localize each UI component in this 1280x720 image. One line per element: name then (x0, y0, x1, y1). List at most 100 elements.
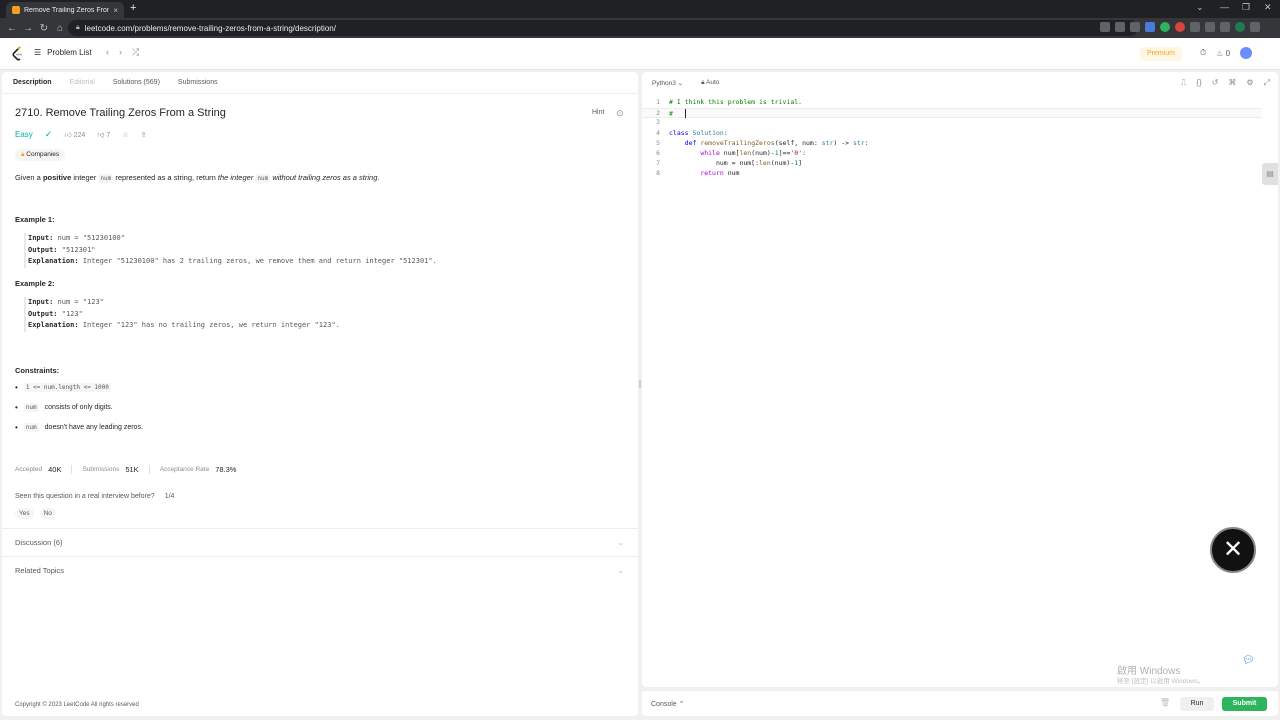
nav-right: ⏱ ♨ 0 (1200, 47, 1253, 59)
tab-search-icon[interactable]: ⌄ (1196, 2, 1204, 13)
code-text: return num (700, 169, 740, 178)
code-line: 2 # (642, 108, 1262, 119)
browser-tab[interactable]: Remove Trailing Zeros From a × (6, 2, 124, 18)
input-value: num = "123" (57, 298, 104, 306)
companies-tag[interactable]: 🔒︎ Companies (15, 149, 66, 161)
profile-icon[interactable] (1235, 22, 1245, 32)
hint-button[interactable]: Hint (592, 109, 604, 116)
leetcode-logo-icon[interactable] (12, 46, 24, 62)
problem-list-link[interactable]: ☰ Problem List (34, 48, 92, 57)
question-meta: Easy ✓ 👍︎ 224 👎︎ 7 ☆ ⇪ (15, 129, 146, 140)
share-icon[interactable]: ⇪ (141, 131, 147, 139)
no-button[interactable]: No (39, 508, 56, 519)
minimize-icon[interactable]: — (1220, 2, 1229, 12)
line-number: 4 (656, 128, 660, 137)
desc-bold: positive (42, 173, 72, 182)
desc-code: num (255, 174, 271, 183)
side-panel-icon[interactable] (1220, 22, 1230, 32)
reading-list-icon[interactable] (1205, 22, 1215, 32)
desc-emphasis: without trailing zeros as a string (270, 173, 378, 182)
line-number: 2 (656, 109, 660, 118)
constraint-code: num (23, 423, 39, 432)
tab-solutions[interactable]: Solutions (569) (113, 79, 160, 86)
tab-submissions[interactable]: Submissions (178, 79, 218, 86)
acceptance-stats: Accepted 40K Submissions 51K Acceptance … (15, 465, 236, 474)
bookmark-icon[interactable]: ⎍ (1181, 78, 1187, 88)
description-tabs: Description Editorial Solutions (569) Su… (2, 72, 638, 94)
input-value: num = "51230100" (57, 234, 125, 242)
autocomplete-toggle[interactable]: 🔒︎ Auto (701, 79, 719, 87)
like-button[interactable]: 👍︎ 224 (64, 130, 85, 139)
avatar[interactable] (1240, 47, 1253, 59)
chevron-down-icon: ⌄ (677, 80, 684, 87)
submissions-label: Submissions (82, 466, 120, 473)
back-icon[interactable]: ← (4, 23, 20, 34)
timer-icon[interactable]: ⏱ (1200, 48, 1206, 58)
example-title: Example 2: (15, 279, 55, 288)
interview-count: 1/4 (164, 493, 175, 500)
constraints-list: 1 <= num.length <= 1000 num consists of o… (15, 383, 143, 443)
tab-description[interactable]: Description (13, 79, 52, 86)
related-topics-section[interactable]: Related Topics ⌄ (2, 556, 638, 584)
menu-icon[interactable] (1250, 22, 1260, 32)
streak-count: 0 (1225, 48, 1231, 58)
list-icon: ☰ (34, 48, 42, 57)
yes-button[interactable]: Yes (15, 508, 34, 519)
gear-icon[interactable]: ⚙ (1246, 78, 1253, 88)
chevron-down-icon: ⌄ (617, 566, 624, 575)
problem-navigation: ‹ › ⤮ (106, 47, 139, 58)
code-text: class Solution: (669, 128, 728, 137)
maximize-icon[interactable]: ❐ (1242, 2, 1250, 13)
zoom-icon[interactable] (1100, 22, 1110, 32)
related-topics-label: Related Topics (15, 566, 65, 575)
extension-icon[interactable] (1175, 22, 1185, 32)
run-button[interactable]: Run (1180, 697, 1214, 711)
premium-button[interactable]: Premium (1140, 47, 1183, 61)
extension-icon[interactable] (1145, 22, 1155, 32)
rate-label: Acceptance Rate (159, 466, 210, 473)
editor-actions: ⎍ {} ↺ ⌘ ⚙ ⤢ (1181, 78, 1270, 88)
close-window-icon[interactable]: ✕ (1264, 2, 1272, 13)
chat-icon[interactable]: 💬︎ (1242, 655, 1255, 666)
settings-circle-icon[interactable]: ⊙ (616, 108, 624, 119)
accepted-value: 40K (48, 465, 62, 474)
x-logo-icon[interactable]: ✕ (1210, 527, 1256, 573)
language-select[interactable]: Python3 ⌄ (652, 79, 683, 87)
language-label: Python3 (652, 80, 676, 87)
constraint-code: 1 <= num.length <= 1000 (23, 383, 111, 392)
submissions-value: 51K (125, 465, 139, 474)
code-text: # (669, 109, 673, 118)
code-editor[interactable]: 1 # I think this problem is trivial. 2 # 3… (642, 98, 1262, 180)
extension-icon[interactable] (1160, 22, 1170, 32)
star-icon[interactable]: ☆ (122, 131, 128, 139)
console-toggle[interactable]: Console ⌃ (651, 700, 685, 708)
address-bar[interactable]: 🔒︎ leetcode.com/problems/remove-trailing… (68, 20, 1138, 36)
desc-text: Given a (15, 173, 43, 182)
reset-icon[interactable]: ↺ (1212, 78, 1219, 88)
discussion-section[interactable]: Discussion (6) ⌄ (2, 528, 638, 556)
bookmark-star-icon[interactable] (1130, 22, 1140, 32)
fullscreen-icon[interactable]: ⤢ (1264, 78, 1270, 88)
dislike-button[interactable]: 👎︎ 7 (97, 130, 110, 139)
shuffle-icon[interactable]: ⤮ (132, 47, 139, 58)
tab-editorial[interactable]: Editorial (70, 79, 95, 86)
share-icon[interactable] (1115, 22, 1125, 32)
trash-icon[interactable]: 🗑︎ (1160, 698, 1170, 707)
streak-counter[interactable]: ♨ 0 (1216, 49, 1230, 58)
submit-button[interactable]: Submit (1222, 697, 1267, 711)
next-problem-icon[interactable]: › (119, 47, 122, 58)
panel-resize-handle[interactable] (639, 380, 641, 388)
shortcut-icon[interactable]: ⌘ (1228, 78, 1236, 88)
side-panel-tab[interactable]: ▤ (1262, 163, 1278, 185)
forward-icon[interactable]: → (20, 23, 36, 34)
close-tab-icon[interactable]: × (113, 6, 118, 15)
constraint-text: doesn't have any leading zeros. (44, 424, 143, 431)
home-icon[interactable]: ⌂ (52, 23, 68, 34)
prev-problem-icon[interactable]: ‹ (106, 47, 109, 58)
puzzle-icon[interactable] (1190, 22, 1200, 32)
line-number: 8 (656, 169, 660, 178)
new-tab-button[interactable]: + (130, 2, 136, 14)
code-line: 3 (642, 118, 1262, 128)
format-braces-icon[interactable]: {} (1196, 78, 1201, 88)
reload-icon[interactable]: ↻ (36, 23, 52, 34)
